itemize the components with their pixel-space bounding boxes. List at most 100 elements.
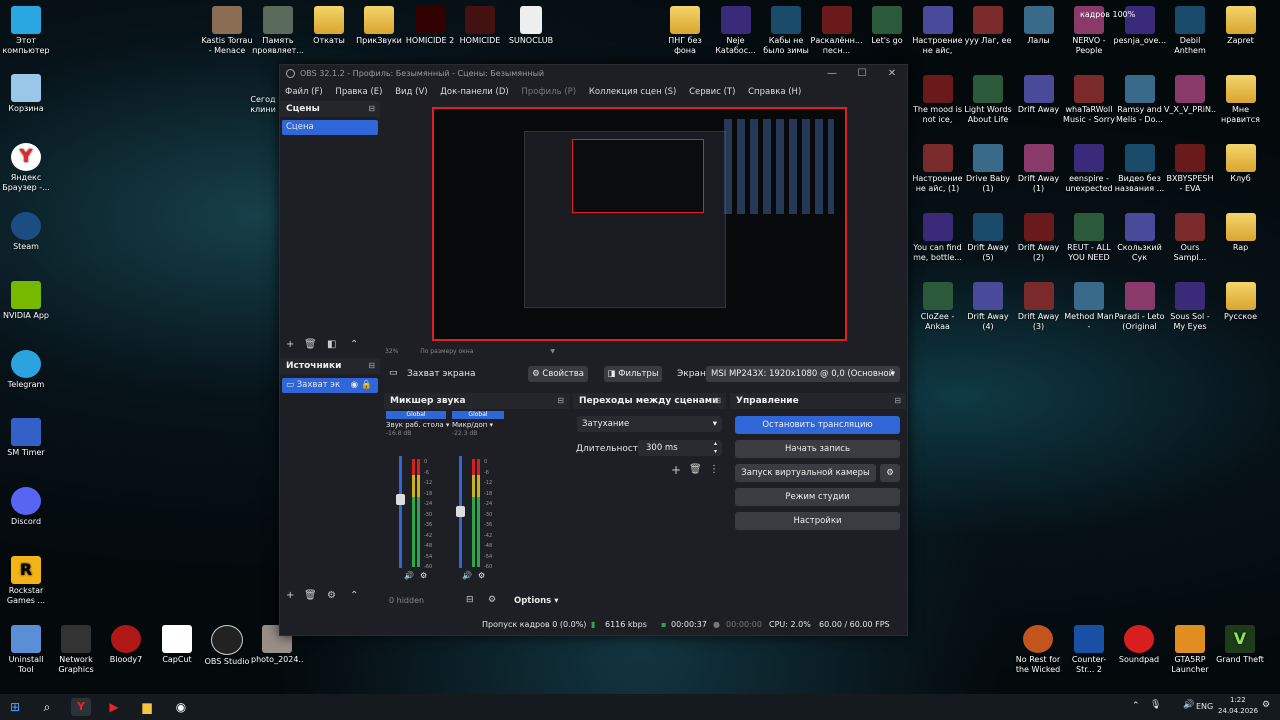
desktop-icon-right-row3-6[interactable]: Клуб: [1215, 144, 1267, 184]
desktop-icon-right-row3-1[interactable]: Drive Baby (1): [962, 144, 1014, 194]
more-icon[interactable]: ⋮: [709, 464, 719, 475]
preview-area[interactable]: [381, 101, 906, 354]
chevron-up-icon[interactable]: ⌃: [1132, 701, 1140, 711]
add-transition-icon[interactable]: +: [671, 463, 681, 477]
menu-tools[interactable]: Сервис (T): [684, 83, 740, 101]
desktop-icon-cs2[interactable]: Counter-Str... 2: [1063, 625, 1115, 675]
desktop-icon-uninstall-tool[interactable]: Uninstall Tool: [0, 625, 52, 675]
volume-slider[interactable]: [456, 456, 465, 568]
title-bar[interactable]: OBS 32.1.2 - Профиль: Безымянный - Сцены…: [280, 65, 907, 83]
duration-input[interactable]: 300 ms ▴ ▾: [638, 440, 722, 456]
menu-help[interactable]: Справка (H): [743, 83, 806, 101]
desktop-icon-no-rest[interactable]: No Rest for the Wicked: [1012, 625, 1064, 675]
settings-button[interactable]: Настройки: [735, 512, 900, 530]
desktop-icon-right-row3-5[interactable]: BXBYSPESH - EVA: [1164, 144, 1216, 194]
desktop-icon-top-5[interactable]: HOMICIDE: [454, 6, 506, 46]
desktop-icon-right-row1-11[interactable]: Zapret: [1215, 6, 1267, 46]
desktop-icon-right-row1-10[interactable]: Debil Anthem: [1164, 6, 1216, 56]
desktop-icon-right-row5-4[interactable]: Paradi - Leto (Original Mix): [1114, 282, 1166, 332]
desktop-icon-right-row1-1[interactable]: Neje Каtaбос...: [710, 6, 762, 56]
desktop-icon-steam[interactable]: Steam: [0, 212, 52, 252]
mixer-settings-icon[interactable]: ⚙: [488, 595, 496, 605]
volume-icon[interactable]: 🔊: [1183, 700, 1194, 710]
yandex-taskbar-icon[interactable]: Y: [71, 698, 91, 716]
obs-taskbar-icon[interactable]: ◉: [171, 698, 191, 716]
source-settings-icon[interactable]: ⚙: [327, 590, 336, 601]
remove-transition-icon[interactable]: 🗑: [689, 464, 702, 475]
desktop-icon-right-row1-2[interactable]: Кабы не было зимы: [760, 6, 812, 56]
start-virtual-camera-button[interactable]: Запуск виртуальной камеры: [735, 464, 876, 482]
desktop-icon-telegram[interactable]: Telegram: [0, 350, 52, 390]
properties-button[interactable]: ⚙ Свойства: [528, 366, 588, 382]
desktop-icon-right-row5-2[interactable]: Drift Away (3): [1013, 282, 1065, 332]
preview-canvas[interactable]: [432, 107, 847, 341]
volume-slider-handle[interactable]: [456, 506, 465, 517]
desktop-icon-top-1[interactable]: Память проявляет...: [252, 6, 304, 56]
desktop-icon-right-row2-3[interactable]: whaTaRWoll Music - Sorry: [1063, 75, 1115, 125]
remove-scene-icon[interactable]: 🗑: [304, 339, 317, 350]
settings-icon[interactable]: ⚙: [478, 571, 485, 580]
desktop-icon-right-row1-3[interactable]: Раскалённ... песн...: [811, 6, 863, 56]
desktop-icon-sm-timer[interactable]: SM Timer: [0, 418, 52, 458]
menu-edit[interactable]: Правка (E): [330, 83, 387, 101]
lock-icon[interactable]: 🔒: [361, 378, 372, 393]
start-recording-button[interactable]: Начать запись: [735, 440, 900, 458]
transition-select[interactable]: Затухание ▾: [577, 416, 722, 432]
scene-item[interactable]: Сцена: [282, 120, 378, 135]
desktop-icon-top-3[interactable]: ПрикЗвуки: [353, 6, 405, 46]
desktop-icon-right-row1-5[interactable]: Настроение не айс,: [912, 6, 964, 56]
scene-filter-icon[interactable]: ◧: [327, 339, 336, 350]
move-up-icon[interactable]: ⌃: [350, 339, 358, 350]
desktop-icon-right-row3-4[interactable]: Видео без названия ...: [1114, 144, 1166, 194]
virtual-camera-settings-button[interactable]: ⚙: [880, 464, 900, 482]
volume-slider-handle[interactable]: [396, 494, 405, 505]
desktop-icon-right-row5-0[interactable]: CloZee - Ankaa: [912, 282, 964, 332]
dock-icon[interactable]: ⊟: [894, 393, 901, 409]
menu-view[interactable]: Вид (V): [390, 83, 432, 101]
search-icon[interactable]: ⌕: [37, 698, 57, 716]
start-button[interactable]: ⊞: [5, 698, 25, 716]
desktop-icon-right-row4-0[interactable]: You can find me, bottle...: [912, 213, 964, 263]
desktop-icon-seg[interactable]: Сегод клини: [245, 95, 281, 115]
filters-button[interactable]: ◨ Фильтры: [604, 366, 662, 382]
screen-select[interactable]: MSI MP243X: 1920x1080 @ 0,0 (Основной ▾: [706, 366, 900, 382]
desktop-icon-right-row2-2[interactable]: Drift Away: [1013, 75, 1065, 115]
settings-icon[interactable]: ⚙: [420, 571, 427, 580]
clock-date[interactable]: 24.04.2026: [1218, 707, 1258, 715]
file-explorer-icon[interactable]: ▆: [137, 698, 157, 716]
desktop-icon-right-row1-4[interactable]: Let's go: [861, 6, 913, 46]
channel-name[interactable]: Микр/доп ▾: [452, 421, 504, 429]
desktop-icon-right-row4-1[interactable]: Drift Away (5): [962, 213, 1014, 263]
minimize-icon[interactable]: —: [817, 65, 847, 83]
desktop-icon-right-row5-5[interactable]: Sous Sol - My Eyes: [1164, 282, 1216, 332]
dock-icon[interactable]: ⊟: [368, 358, 375, 374]
speaker-icon[interactable]: 🔊: [404, 571, 414, 580]
menu-docks[interactable]: Док-панели (D): [435, 83, 513, 101]
desktop-icon-right-row2-1[interactable]: Light Words About Life (1): [962, 75, 1014, 125]
options-button[interactable]: Options ▾: [514, 596, 558, 606]
desktop-icon-capcut[interactable]: CapCut: [151, 625, 203, 665]
desktop-icon-top-6[interactable]: SUNOCLUB: [505, 6, 557, 46]
dock-icon[interactable]: ⊟: [557, 393, 564, 409]
dock-icon[interactable]: ⊟: [714, 393, 721, 409]
desktop-icon-this-pc[interactable]: Этот компьютер: [0, 6, 52, 56]
source-item[interactable]: ▭ Захват эк ◉ 🔒: [282, 378, 378, 393]
desktop-icon-soundpad[interactable]: Soundpad: [1113, 625, 1165, 665]
maximize-icon[interactable]: ☐: [847, 65, 877, 83]
clock-time[interactable]: 1:22: [1230, 696, 1246, 704]
desktop-icon-right-row1-6[interactable]: ууу Лаг, ее: [962, 6, 1014, 46]
desktop-icon-top-4[interactable]: HOMICIDE 2: [404, 6, 456, 46]
move-up-icon[interactable]: ⌃: [350, 590, 358, 601]
chevron-down-icon[interactable]: ▼: [550, 348, 555, 355]
menu-file[interactable]: Файл (F): [280, 83, 328, 101]
desktop-icon-right-row4-2[interactable]: Drift Away (2): [1013, 213, 1065, 263]
desktop-icon-network-graphics[interactable]: Network Graphics: [50, 625, 102, 675]
desktop-icon-gta[interactable]: V Grand Theft: [1214, 625, 1266, 665]
remove-source-icon[interactable]: 🗑: [304, 590, 317, 601]
desktop-icon-right-row2-5[interactable]: V_X_V_PRiN...: [1164, 75, 1216, 115]
desktop-icon-right-row5-1[interactable]: Drift Away (4): [962, 282, 1014, 332]
desktop-icon-yandex[interactable]: Y Яндекс Браузер -...: [0, 143, 52, 193]
desktop-icon-right-row1-0[interactable]: ПНГ без фона: [659, 6, 711, 56]
desktop-icon-bloody7[interactable]: Bloody7: [100, 625, 152, 665]
studio-mode-button[interactable]: Режим студии: [735, 488, 900, 506]
